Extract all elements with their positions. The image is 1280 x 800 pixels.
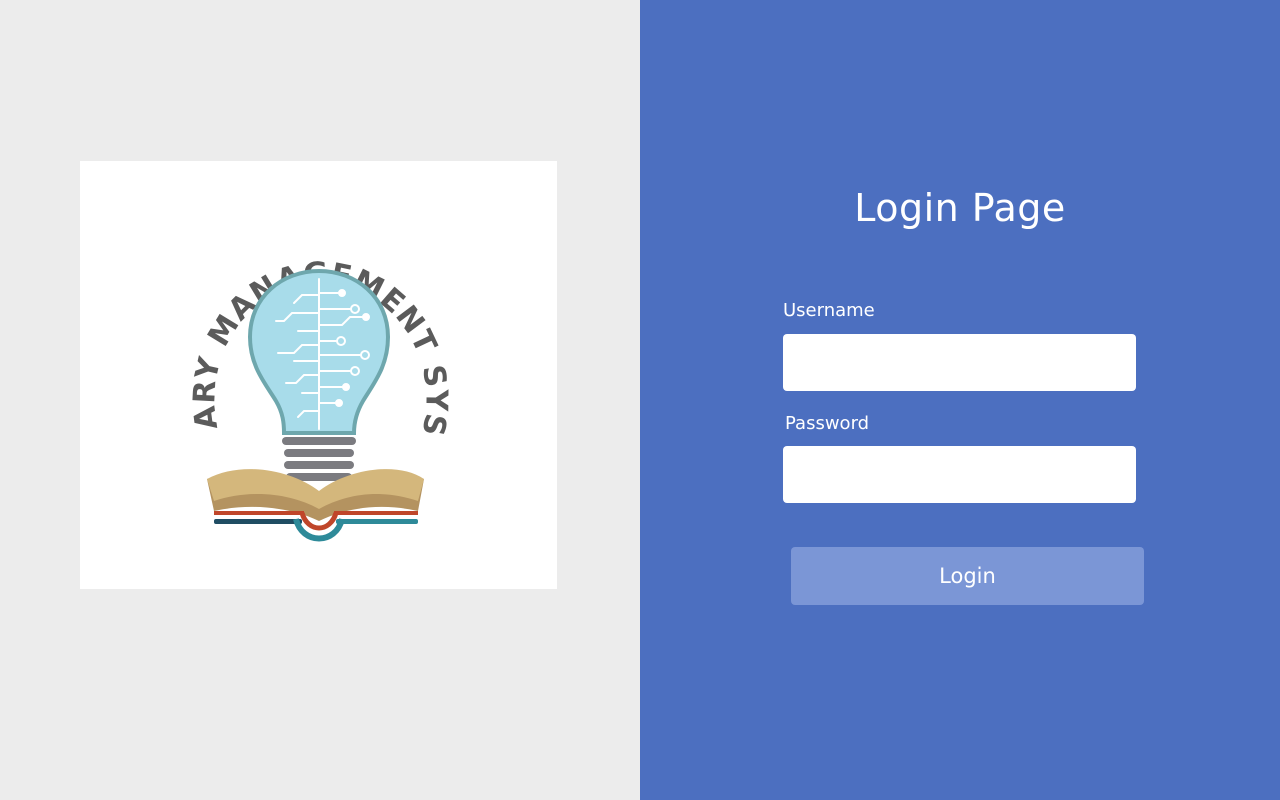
login-button[interactable]: Login	[791, 547, 1144, 605]
username-label: Username	[783, 300, 875, 321]
logo-card: LIBRARY MANAGEMENT SYSTEM	[80, 161, 557, 589]
password-label: Password	[785, 413, 870, 434]
page-title: Login Page	[854, 186, 1066, 230]
password-input[interactable]	[783, 446, 1136, 503]
login-panel: Login Page Username Password Login	[640, 0, 1280, 800]
library-logo-image: LIBRARY MANAGEMENT SYSTEM	[80, 161, 453, 542]
branding-panel: LIBRARY MANAGEMENT SYSTEM	[0, 0, 640, 800]
username-input[interactable]	[783, 334, 1136, 391]
login-page: LIBRARY MANAGEMENT SYSTEM	[0, 0, 1280, 800]
